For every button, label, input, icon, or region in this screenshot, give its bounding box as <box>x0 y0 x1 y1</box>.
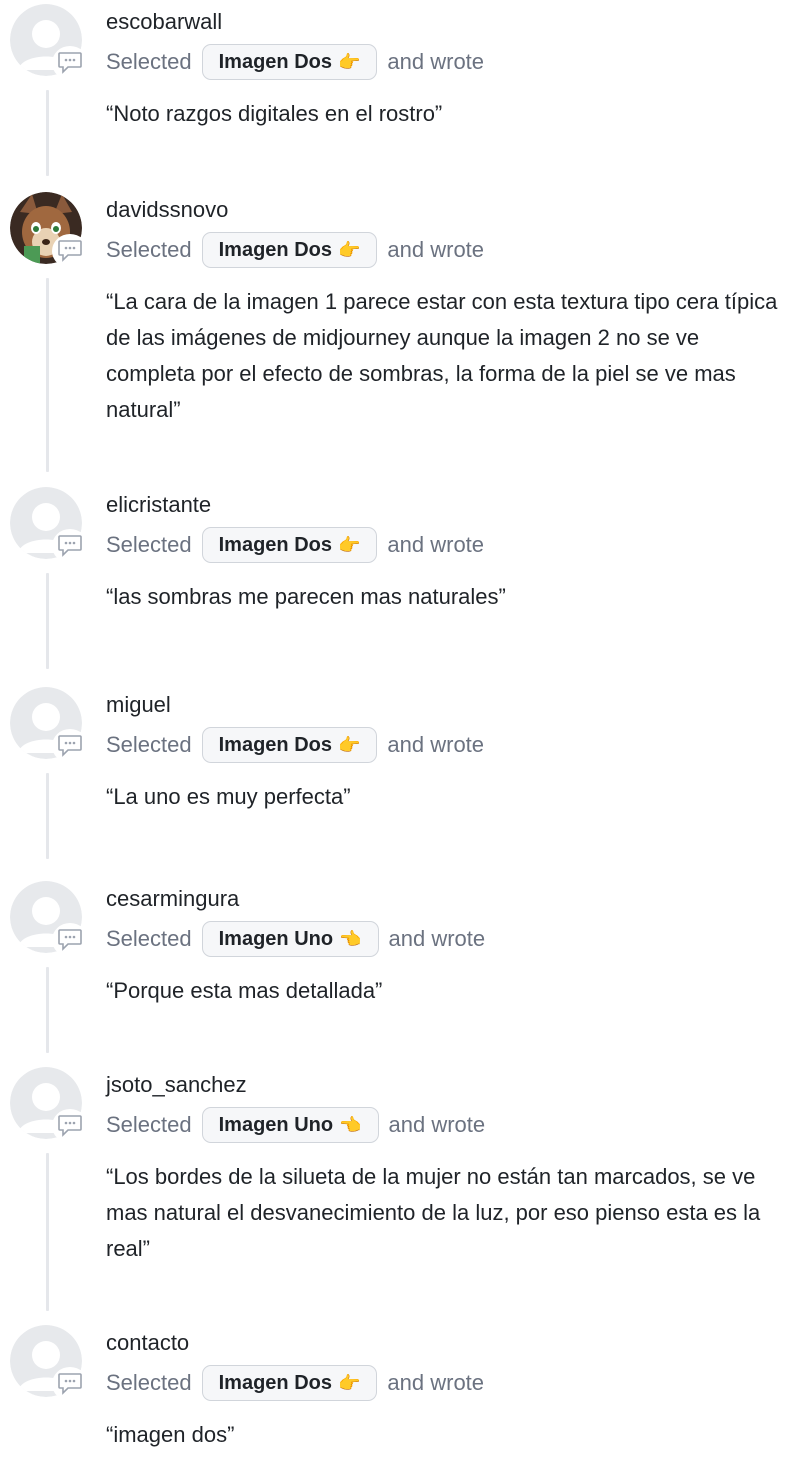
selection-summary: Selected Imagen Dos 👉 and wrote <box>106 42 484 82</box>
selected-label: Selected <box>106 732 192 757</box>
thread-line <box>46 278 49 472</box>
selection-summary: Selected Imagen Uno 👈 and wrote <box>106 919 485 959</box>
thread-line <box>46 967 49 1053</box>
hand-pointing-right-icon: 👈 <box>339 928 362 949</box>
selection-summary: Selected Imagen Uno 👈 and wrote <box>106 1105 485 1145</box>
hand-pointing-left-icon: 👉 <box>337 239 361 260</box>
username-link[interactable]: jsoto_sanchez <box>106 1071 247 1099</box>
comment-feed: escobarwall Selected Imagen Dos 👉 and wr… <box>0 0 800 1470</box>
hand-pointing-right-icon: 👈 <box>339 1114 362 1135</box>
username-link[interactable]: davidssnovo <box>106 196 228 224</box>
username-link[interactable]: escobarwall <box>106 8 222 36</box>
choice-chip[interactable]: Imagen Dos 👉 <box>201 727 378 763</box>
thread-line <box>46 773 49 859</box>
username-link[interactable]: elicristante <box>106 491 211 519</box>
wrote-label: and wrote <box>388 1112 486 1137</box>
selection-summary: Selected Imagen Dos 👉 and wrote <box>106 230 484 270</box>
hand-pointing-left-icon: 👉 <box>337 734 361 755</box>
wrote-label: and wrote <box>387 532 485 557</box>
selection-summary: Selected Imagen Dos 👉 and wrote <box>106 525 484 565</box>
choice-chip[interactable]: Imagen Dos 👉 <box>201 1365 378 1401</box>
selected-label: Selected <box>106 237 192 262</box>
choice-label: Imagen Uno <box>218 1113 334 1136</box>
choice-label: Imagen Dos <box>218 733 332 756</box>
wrote-label: and wrote <box>388 926 486 951</box>
comment-text: “La cara de la imagen 1 parece estar con… <box>106 289 778 422</box>
wrote-label: and wrote <box>387 1370 485 1395</box>
thread-line <box>46 573 49 669</box>
comment-bubble-icon <box>52 46 88 80</box>
hand-pointing-left-icon: 👉 <box>337 534 361 555</box>
comment-bubble-icon <box>52 1109 88 1143</box>
comment-text: “imagen dos” <box>106 1422 235 1447</box>
comment-text: “Porque esta mas detallada” <box>106 978 383 1003</box>
selected-label: Selected <box>106 1112 192 1137</box>
selected-label: Selected <box>106 49 192 74</box>
wrote-label: and wrote <box>387 49 485 74</box>
comment-text: “Noto razgos digitales en el rostro” <box>106 101 443 126</box>
thread-line <box>46 90 49 176</box>
comment-text: “Los bordes de la silueta de la mujer no… <box>106 1164 761 1261</box>
selection-summary: Selected Imagen Dos 👉 and wrote <box>106 725 484 765</box>
comment-text: “las sombras me parecen mas naturales” <box>106 584 506 609</box>
comment-bubble-icon <box>52 234 88 268</box>
wrote-label: and wrote <box>387 732 485 757</box>
selection-summary: Selected Imagen Dos 👉 and wrote <box>106 1363 484 1403</box>
selected-label: Selected <box>106 532 192 557</box>
choice-label: Imagen Dos <box>218 1371 332 1394</box>
comment-text: “La uno es muy perfecta” <box>106 784 351 809</box>
choice-chip[interactable]: Imagen Dos 👉 <box>201 527 378 563</box>
comment-bubble-icon <box>52 1367 88 1401</box>
comment-bubble-icon <box>52 729 88 763</box>
username-link[interactable]: miguel <box>106 691 171 719</box>
hand-pointing-left-icon: 👉 <box>337 1372 361 1393</box>
comment-bubble-icon <box>52 529 88 563</box>
selected-label: Selected <box>106 926 192 951</box>
choice-label: Imagen Dos <box>218 533 332 556</box>
choice-chip[interactable]: Imagen Uno 👈 <box>201 1107 379 1143</box>
choice-label: Imagen Dos <box>218 50 332 73</box>
username-link[interactable]: cesarmingura <box>106 885 239 913</box>
choice-chip[interactable]: Imagen Uno 👈 <box>201 921 379 957</box>
choice-label: Imagen Dos <box>218 238 332 261</box>
selected-label: Selected <box>106 1370 192 1395</box>
wrote-label: and wrote <box>387 237 485 262</box>
choice-label: Imagen Uno <box>218 927 334 950</box>
comment-bubble-icon <box>52 923 88 957</box>
choice-chip[interactable]: Imagen Dos 👉 <box>201 44 378 80</box>
choice-chip[interactable]: Imagen Dos 👉 <box>201 232 378 268</box>
thread-line <box>46 1153 49 1311</box>
hand-pointing-left-icon: 👉 <box>337 51 361 72</box>
username-link[interactable]: contacto <box>106 1329 189 1357</box>
